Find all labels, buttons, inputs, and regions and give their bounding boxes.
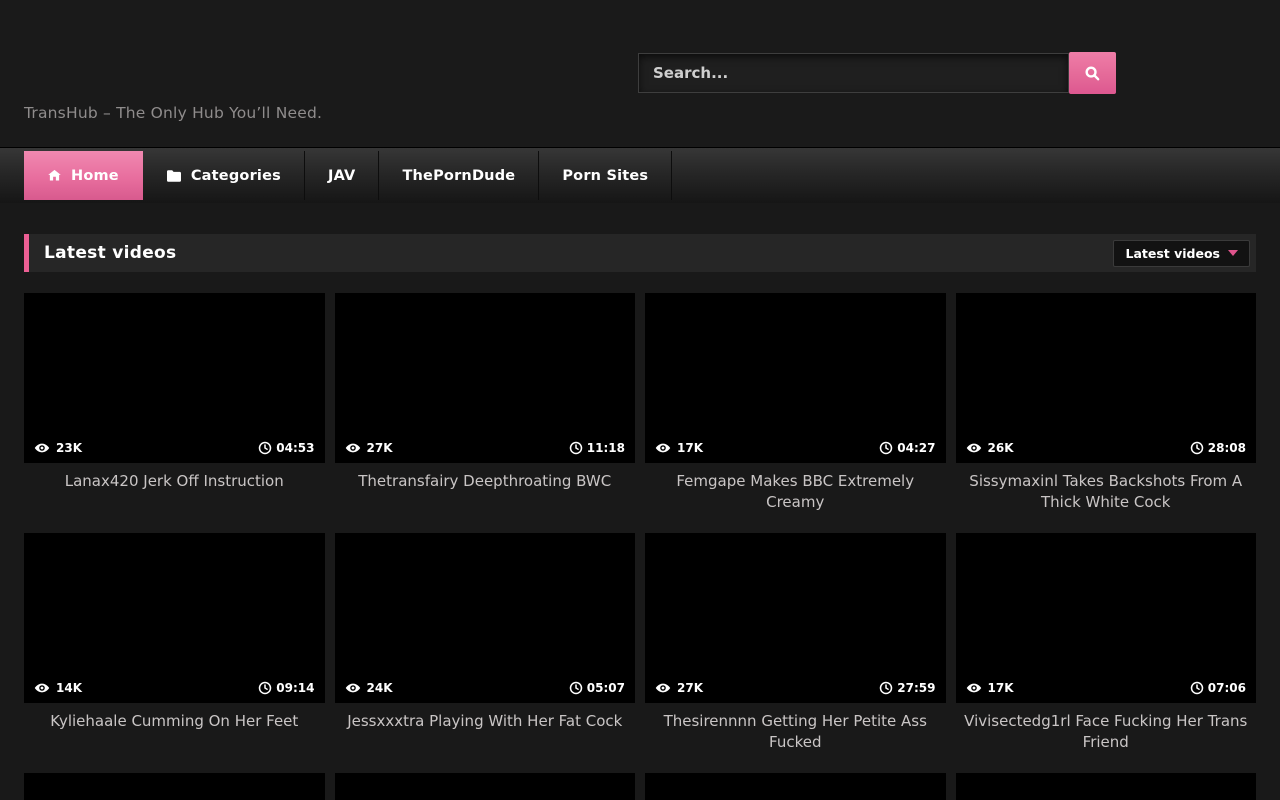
video-card-partial[interactable] [645,773,946,800]
video-title[interactable]: Kyliehaale Cumming On Her Feet [24,711,325,732]
eye-icon [34,440,50,456]
video-stats: 23K 04:53 [24,433,325,463]
video-thumbnail[interactable]: 27K 27:59 [645,533,946,703]
nav-tab-label: Home [71,168,119,184]
video-title[interactable]: Sissymaxinl Takes Backshots From A Thick… [956,471,1257,513]
duration-stat: 11:18 [569,441,625,455]
search-button[interactable] [1069,52,1116,94]
search-input[interactable] [638,53,1069,93]
video-card[interactable]: 27K 11:18 Thetransfairy Deepthroating BW… [335,293,636,533]
video-grid: 23K 04:53 Lanax420 Jerk Off Instruction [24,293,1256,800]
video-card-partial[interactable] [335,773,636,800]
video-thumbnail[interactable]: 26K 28:08 [956,293,1257,463]
duration-stat: 27:59 [879,681,935,695]
clock-icon [1190,441,1204,455]
video-stats: 24K 05:07 [335,673,636,703]
section-title: Latest videos [44,243,176,263]
video-stats: 27K 11:18 [335,433,636,463]
views-stat: 17K [966,680,1014,696]
views-stat: 14K [34,680,82,696]
nav-tab-label: Porn Sites [562,168,648,184]
views-stat: 26K [966,440,1014,456]
video-title[interactable]: Jessxxxtra Playing With Her Fat Cock [335,711,636,732]
video-thumbnail[interactable]: 17K 07:06 [956,533,1257,703]
nav-tab-home[interactable]: Home [24,151,143,200]
search-icon [1084,65,1101,82]
eye-icon [34,680,50,696]
nav-tab-theporndude[interactable]: ThePornDude [379,151,539,200]
main-content: Latest videos Latest videos 23K [24,234,1256,800]
duration-stat: 28:08 [1190,441,1246,455]
site-header: TransHub – The Only Hub You’ll Need. [0,0,1280,147]
chevron-down-icon [1228,250,1238,256]
nav-tab-label: JAV [328,168,355,184]
clock-icon [1190,681,1204,695]
video-stats: 27K 27:59 [645,673,946,703]
clock-icon [879,441,893,455]
eye-icon [655,680,671,696]
video-title[interactable]: Thetransfairy Deepthroating BWC [335,471,636,492]
video-thumbnail[interactable] [335,773,636,800]
views-stat: 17K [655,440,703,456]
clock-icon [258,441,272,455]
sort-dropdown[interactable]: Latest videos [1113,240,1250,267]
nav-tab-porn-sites[interactable]: Porn Sites [539,151,672,200]
video-stats: 26K 28:08 [956,433,1257,463]
nav-tab-label: Categories [191,168,281,184]
search-form [638,53,1116,93]
video-stats: 14K 09:14 [24,673,325,703]
video-thumbnail[interactable]: 24K 05:07 [335,533,636,703]
views-stat: 27K [655,680,703,696]
video-title[interactable]: Lanax420 Jerk Off Instruction [24,471,325,492]
video-card[interactable]: 14K 09:14 Kyliehaale Cumming On Her Feet [24,533,325,773]
video-card[interactable]: 26K 28:08 Sissymaxinl Takes Backshots Fr… [956,293,1257,533]
clock-icon [569,681,583,695]
video-thumbnail[interactable] [956,773,1257,800]
video-card[interactable]: 17K 04:27 Femgape Makes BBC Extremely Cr… [645,293,946,533]
video-thumbnail[interactable]: 27K 11:18 [335,293,636,463]
eye-icon [966,680,982,696]
video-thumbnail[interactable] [24,773,325,800]
views-stat: 27K [345,440,393,456]
eye-icon [345,680,361,696]
video-stats: 17K 07:06 [956,673,1257,703]
nav-tab-jav[interactable]: JAV [305,151,379,200]
video-card[interactable]: 17K 07:06 Vivisectedg1rl Face Fucking He… [956,533,1257,773]
eye-icon [655,440,671,456]
sort-dropdown-label: Latest videos [1125,246,1220,261]
video-title[interactable]: Thesirennnn Getting Her Petite Ass Fucke… [645,711,946,753]
video-stats: 17K 04:27 [645,433,946,463]
views-stat: 24K [345,680,393,696]
site-tagline: TransHub – The Only Hub You’ll Need. [24,104,322,122]
clock-icon [569,441,583,455]
clock-icon [879,681,893,695]
video-thumbnail[interactable] [645,773,946,800]
eye-icon [345,440,361,456]
clock-icon [258,681,272,695]
video-card-partial[interactable] [956,773,1257,800]
video-card[interactable]: 27K 27:59 Thesirennnn Getting Her Petite… [645,533,946,773]
video-thumbnail[interactable]: 14K 09:14 [24,533,325,703]
video-title[interactable]: Femgape Makes BBC Extremely Creamy [645,471,946,513]
main-nav: Home Categories JAV ThePornDude Porn Sit… [0,147,1280,203]
video-card-partial[interactable] [24,773,325,800]
section-header: Latest videos Latest videos [24,234,1256,272]
video-title[interactable]: Vivisectedg1rl Face Fucking Her Trans Fr… [956,711,1257,753]
duration-stat: 04:27 [879,441,935,455]
video-thumbnail[interactable]: 17K 04:27 [645,293,946,463]
duration-stat: 07:06 [1190,681,1246,695]
duration-stat: 05:07 [569,681,625,695]
video-card[interactable]: 23K 04:53 Lanax420 Jerk Off Instruction [24,293,325,533]
eye-icon [966,440,982,456]
nav-tab-categories[interactable]: Categories [143,151,305,200]
nav-tab-label: ThePornDude [402,168,515,184]
folder-icon [166,169,182,183]
video-card[interactable]: 24K 05:07 Jessxxxtra Playing With Her Fa… [335,533,636,773]
views-stat: 23K [34,440,82,456]
video-thumbnail[interactable]: 23K 04:53 [24,293,325,463]
duration-stat: 04:53 [258,441,314,455]
duration-stat: 09:14 [258,681,314,695]
home-icon [47,168,62,183]
